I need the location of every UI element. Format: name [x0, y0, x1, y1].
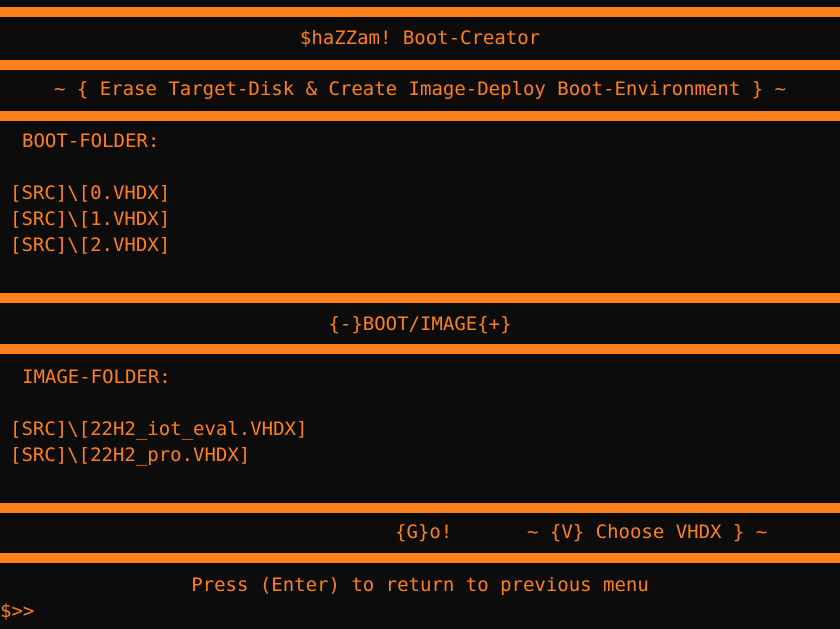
- divider-bar: [0, 111, 840, 121]
- divider-bar: [0, 60, 840, 70]
- boot-vhdx-item[interactable]: [SRC]\[2.VHDX]: [10, 233, 170, 257]
- go-button[interactable]: {G}o!: [395, 520, 452, 544]
- choose-vhdx-button[interactable]: ~ {V} Choose VHDX } ~: [527, 520, 767, 544]
- image-vhdx-item[interactable]: [SRC]\[22H2_pro.VHDX]: [10, 443, 250, 467]
- divider-bar: [0, 553, 840, 563]
- boot-folder-label: BOOT-FOLDER:: [22, 130, 160, 152]
- divider-bar: [0, 503, 840, 513]
- command-prompt[interactable]: $>>: [0, 599, 34, 623]
- app-title: $haZZam! Boot-Creator: [299, 27, 541, 49]
- boot-vhdx-item[interactable]: [SRC]\[1.VHDX]: [10, 207, 170, 231]
- divider-bar: [0, 7, 840, 17]
- image-folder-label: IMAGE-FOLDER:: [22, 366, 171, 388]
- page-subtitle: ~ { Erase Target-Disk & Create Image-Dep…: [53, 78, 787, 100]
- divider-bar: [0, 344, 840, 354]
- divider-bar: [0, 293, 840, 303]
- boot-vhdx-item[interactable]: [SRC]\[0.VHDX]: [10, 181, 170, 205]
- footer-message: Press (Enter) to return to previous menu: [191, 574, 649, 596]
- image-vhdx-item[interactable]: [SRC]\[22H2_iot_eval.VHDX]: [10, 417, 307, 441]
- boot-image-toggle[interactable]: {-}BOOT/IMAGE{+}: [0, 312, 840, 336]
